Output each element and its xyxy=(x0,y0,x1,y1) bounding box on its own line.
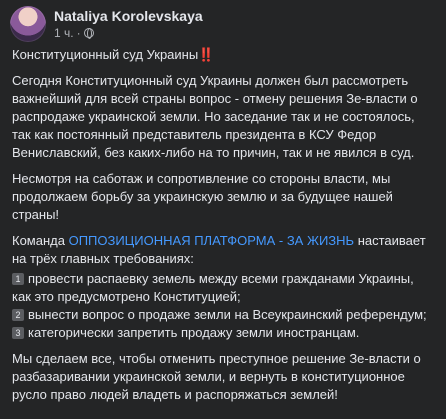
requirement-3: 3 категорически запретить продажу земли и… xyxy=(12,324,434,342)
keycap-3-icon: 3 xyxy=(12,327,24,339)
post-paragraph-2: Несмотря на саботаж и сопротивление со с… xyxy=(12,171,393,222)
globe-icon xyxy=(83,28,94,39)
keycap-1-icon: 1 xyxy=(12,273,24,285)
avatar[interactable] xyxy=(10,6,46,42)
post-header: Nataliya Korolevskaya 1 ч. · xyxy=(10,6,203,42)
post-paragraph-1: Сегодня Конституционный суд Украины долж… xyxy=(12,73,418,160)
paragraph-3-prefix: Команда xyxy=(12,233,69,248)
keycap-2-icon: 2 xyxy=(12,309,24,321)
separator-dot: · xyxy=(76,26,81,40)
requirement-3-text: категорически запретить продажу земли ин… xyxy=(28,325,360,340)
post-paragraph-4: Мы сделаем все, чтобы отменить преступно… xyxy=(12,351,421,402)
double-exclamation-icon: ‼️ xyxy=(198,47,215,62)
post-subline: 1 ч. · xyxy=(54,26,203,40)
author-name[interactable]: Nataliya Korolevskaya xyxy=(54,7,203,25)
requirement-2: 2 вынести вопрос о продаже земли на Всеук… xyxy=(12,306,434,324)
post-title-line: Конституционный суд Украины‼️ xyxy=(12,46,434,64)
requirement-2-text: вынести вопрос о продаже земли на Всеукр… xyxy=(28,307,427,322)
facebook-post: Nataliya Korolevskaya 1 ч. · Конституцио… xyxy=(0,0,446,419)
requirement-1-text: провести распаевку земель между всеми гр… xyxy=(12,271,414,304)
post-meta: Nataliya Korolevskaya 1 ч. · xyxy=(54,6,203,40)
post-title: Конституционный суд Украины xyxy=(12,47,199,62)
requirement-1: 1 провести распаевку земель между всеми г… xyxy=(12,270,434,306)
post-time[interactable]: 1 ч. xyxy=(54,26,74,40)
party-link[interactable]: ОППОЗИЦИОННАЯ ПЛАТФОРМА - ЗА ЖИЗНЬ xyxy=(69,233,355,248)
post-paragraph-3: Команда ОППОЗИЦИОННАЯ ПЛАТФОРМА - ЗА ЖИЗ… xyxy=(12,232,434,268)
post-content: Конституционный суд Украины‼️ Сегодня Ко… xyxy=(12,46,434,404)
